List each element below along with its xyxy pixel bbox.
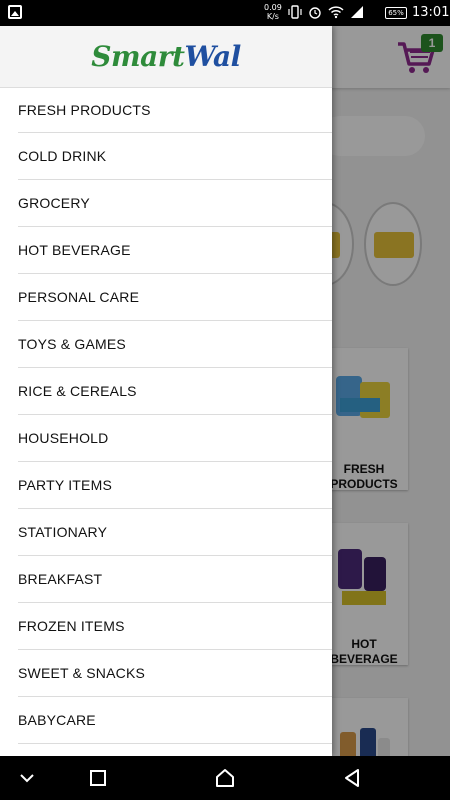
clock: 13:01 [412, 5, 450, 20]
network-speed-value: 0.09 [264, 3, 282, 12]
chevron-down-icon[interactable] [15, 766, 39, 790]
logo-wal: Wal [184, 40, 241, 73]
category-menu: FRESH PRODUCTS COLD DRINK GROCERY HOT BE… [18, 88, 332, 744]
menu-item-sweet-snacks[interactable]: SWEET & SNACKS [18, 650, 332, 697]
status-icons [288, 5, 364, 19]
menu-item-breakfast[interactable]: BREAKFAST [18, 556, 332, 603]
menu-item-stationary[interactable]: STATIONARY [18, 509, 332, 556]
navigation-drawer: SmartWal FRESH PRODUCTS COLD DRINK GROCE… [0, 26, 332, 756]
battery-indicator: 65% [385, 7, 407, 19]
network-speed: 0.09 K/s [264, 3, 282, 21]
network-speed-unit: K/s [266, 12, 279, 21]
drawer-header: SmartWal [0, 26, 332, 88]
home-icon[interactable] [213, 766, 237, 790]
menu-item-rice-cereals[interactable]: RICE & CEREALS [18, 368, 332, 415]
image-icon [8, 5, 22, 19]
recent-apps-icon[interactable] [86, 766, 110, 790]
alarm-icon [309, 7, 321, 19]
menu-item-toys-games[interactable]: TOYS & GAMES [18, 321, 332, 368]
menu-item-fresh-products[interactable]: FRESH PRODUCTS [18, 88, 332, 133]
menu-item-hot-beverage[interactable]: HOT BEVERAGE [18, 227, 332, 274]
menu-item-cold-drink[interactable]: COLD DRINK [18, 133, 332, 180]
logo-smart: Smart [91, 40, 185, 73]
system-nav-bar [0, 756, 450, 800]
menu-item-frozen-items[interactable]: FROZEN ITEMS [18, 603, 332, 650]
signal-icon [351, 6, 363, 18]
menu-item-personal-care[interactable]: PERSONAL CARE [18, 274, 332, 321]
menu-item-babycare[interactable]: BABYCARE [18, 697, 332, 744]
vibrate-icon [288, 5, 302, 19]
smartwal-logo: SmartWal [91, 40, 241, 73]
menu-item-household[interactable]: HOUSEHOLD [18, 415, 332, 462]
menu-item-party-items[interactable]: PARTY ITEMS [18, 462, 332, 509]
wifi-icon [328, 6, 344, 19]
menu-item-grocery[interactable]: GROCERY [18, 180, 332, 227]
back-icon[interactable] [340, 766, 364, 790]
status-bar: 0.09 K/s 65% 13:01 [0, 0, 450, 26]
